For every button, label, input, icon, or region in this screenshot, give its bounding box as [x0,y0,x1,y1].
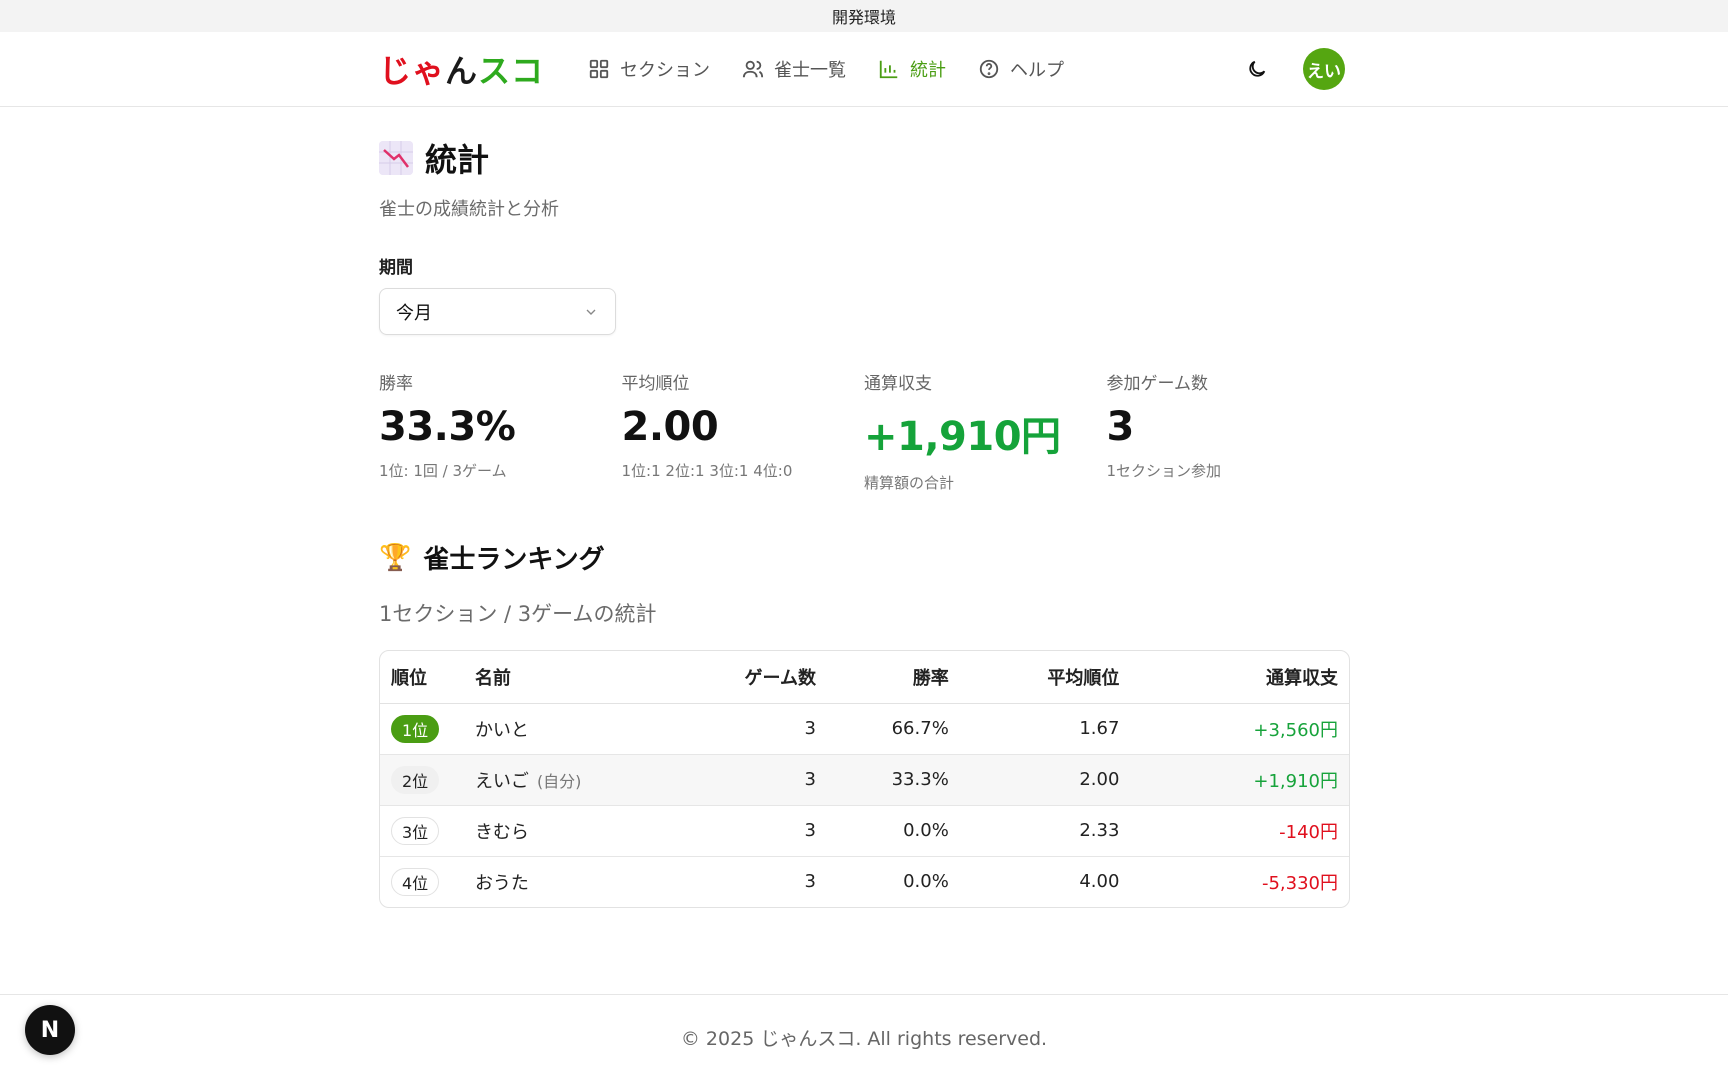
player-name: おうた [474,872,529,894]
ranking-title: 🏆 雀士ランキング [379,539,1349,576]
nav-item-players[interactable]: 雀士一覧 [742,56,846,82]
ranking-title-text: 雀士ランキング [423,545,605,575]
win-rate-cell: 0.0% [826,805,960,857]
bar-chart-icon [879,60,898,79]
rank-badge: 2位 [391,765,440,794]
stat-win-rate: 勝率 33.3% 1位: 1回 / 3ゲーム [379,369,622,493]
page-title: 統計 [379,135,1349,181]
stat-games-played: 参加ゲーム数 3 1セクション参加 [1107,369,1350,493]
column-header-balance[interactable]: 通算収支 [1130,651,1349,704]
nav-item-label: セクション [620,60,711,81]
trophy-icon: 🏆 [379,542,412,573]
avg-rank-cell: 2.33 [959,805,1131,857]
balance-cell: -140円 [1130,805,1349,857]
column-header-games[interactable]: ゲーム数 [693,651,827,704]
ranking-table: 順位 名前 ゲーム数 勝率 平均順位 通算収支 1位 かいと 3 66.7% 1… [379,650,1350,908]
stat-label: 参加ゲーム数 [1106,374,1209,394]
footer-copyright: © 2025 じゃんスコ. All rights reserved. [680,1028,1048,1050]
table-row[interactable]: 1位 かいと 3 66.7% 1.67 +3,560円 [380,703,1349,755]
win-rate-cell: 33.3% [826,754,960,806]
nav-item-label: 雀士一覧 [774,60,847,81]
stat-sub: 精算額の合計 [864,474,955,492]
avg-rank-cell: 4.00 [1079,871,1120,893]
page-footer: © 2025 じゃんスコ. All rights reserved. [0,994,1728,1080]
avg-rank-cell: 2.00 [959,754,1131,806]
rank-badge: 3位 [391,816,440,845]
stats-summary: 勝率 33.3% 1位: 1回 / 3ゲーム 平均順位 2.00 1位:1 2位… [379,369,1349,493]
stat-label: 通算収支 [864,374,932,394]
main-content: 統計 雀士の成績統計と分析 期間 今月 勝率 33.3% 1位: 1回 / 3ゲ… [379,135,1350,908]
rank-badge: 1位 [391,714,440,743]
stat-value: 2.00 [621,404,719,450]
stat-sub: 1位:1 2位:1 3位:1 4位:0 [621,462,793,480]
player-name: かいと [474,719,529,741]
environment-label: 開発環境 [831,8,896,27]
period-select[interactable]: 今月 [379,288,616,335]
nav-item-help[interactable]: ヘルプ [978,56,1064,82]
games-cell: 3 [693,754,827,806]
dev-tools-button[interactable]: N [25,1005,75,1055]
help-circle-icon [979,59,999,79]
table-row[interactable]: 4位 おうた 3 0.0% 4.00 -5,330円 [380,856,1349,907]
table-row[interactable]: 2位 えいご (自分) 3 33.3% 2.00 +1,910円 [380,754,1349,806]
period-selected-value: 今月 [396,302,432,324]
win-rate-cell: 0.0% [903,871,949,893]
dev-tools-label: N [40,1017,60,1043]
users-icon [742,60,764,78]
app-logo[interactable]: じゃ ん スコ [379,46,544,92]
avatar-text: えい [1307,61,1341,82]
theme-toggle-button[interactable] [1237,49,1277,89]
nav-item-label: ヘルプ [1010,60,1065,81]
main-nav: セクション 雀士一覧 統計 ヘルプ [588,56,1064,82]
stat-sub: 1位: 1回 / 3ゲーム [379,462,507,480]
logo-part-1: じゃ [379,52,446,90]
top-header: じゃ ん スコ セクション 雀士一覧 統計 ヘルプ えい [0,32,1728,107]
page-subtitle: 雀士の成績統計と分析 [379,199,559,220]
stat-average-rank: 平均順位 2.00 1位:1 2位:1 3位:1 4位:0 [622,369,865,493]
chevron-down-icon [586,309,596,315]
chart-decreasing-icon [379,141,413,175]
ranking-subtitle: 1セクション / 3ゲームの統計 [379,602,657,626]
balance-cell: +1,910円 [1130,754,1349,806]
balance-cell: -5,330円 [1261,872,1338,894]
stat-label: 平均順位 [621,374,690,394]
moon-icon [1249,60,1266,77]
page-title-text: 統計 [425,141,490,179]
player-name: えいご [474,770,529,792]
environment-banner: 開発環境 [0,0,1728,32]
player-name: きむら [474,821,529,843]
games-cell: 3 [693,703,827,755]
games-cell: 3 [804,871,816,893]
column-header-name[interactable]: 名前 [463,651,694,704]
logo-part-3: スコ [478,52,545,90]
stat-sub: 1セクション参加 [1106,462,1222,480]
nav-item-sections[interactable]: セクション [588,56,710,82]
table-header-row: 順位 名前 ゲーム数 勝率 平均順位 通算収支 [380,651,1349,704]
avg-rank-cell: 1.67 [959,703,1131,755]
stat-label: 勝率 [379,374,413,394]
logo-part-2: ん [445,52,479,90]
stat-value: +1,910円 [864,414,1061,460]
rank-badge: 4位 [391,867,440,896]
stat-total-balance: 通算収支 +1,910円 精算額の合計 [864,369,1107,493]
games-cell: 3 [693,805,827,857]
user-avatar[interactable]: えい [1303,48,1345,90]
period-label: 期間 [379,258,413,278]
stat-value: 3 [1106,404,1135,450]
column-header-rank[interactable]: 順位 [380,651,464,704]
stat-value: 33.3% [379,404,516,450]
nav-item-stats[interactable]: 統計 [878,56,946,82]
win-rate-cell: 66.7% [826,703,960,755]
grid-icon [589,59,609,79]
self-tag: (自分) [536,771,582,791]
column-header-avg-rank[interactable]: 平均順位 [959,651,1131,704]
balance-cell: +3,560円 [1130,703,1349,755]
column-header-win-rate[interactable]: 勝率 [826,651,960,704]
table-row[interactable]: 3位 きむら 3 0.0% 2.33 -140円 [380,805,1349,857]
nav-item-label: 統計 [910,60,947,81]
